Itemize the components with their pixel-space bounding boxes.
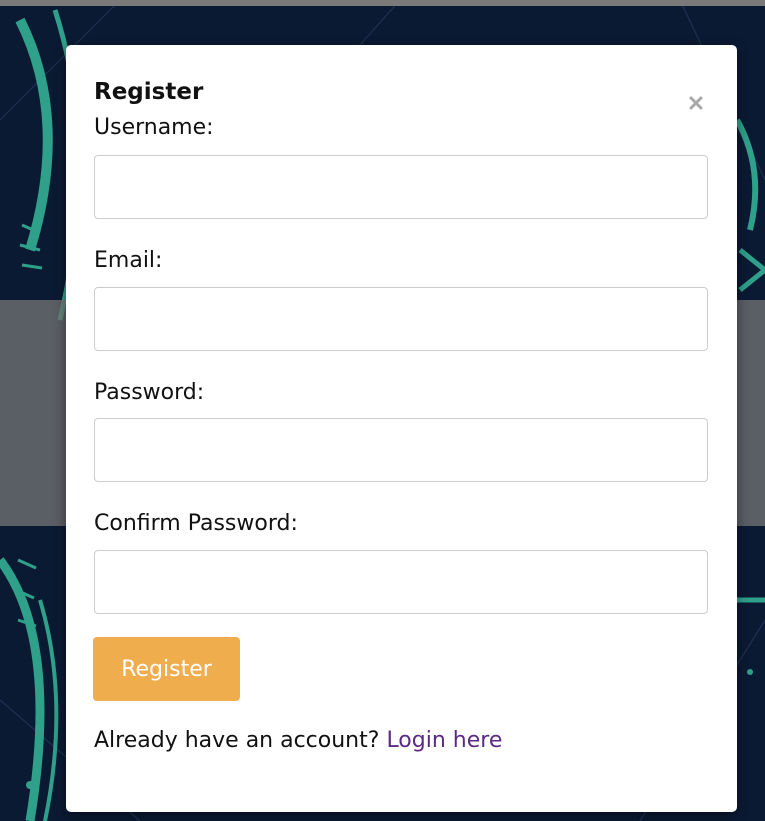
- email-label: Email:: [94, 248, 163, 273]
- register-button[interactable]: Register: [93, 637, 240, 701]
- password-input[interactable]: [94, 418, 708, 482]
- top-strip: [0, 0, 765, 6]
- confirm-password-input[interactable]: [94, 550, 708, 614]
- login-link[interactable]: Login here: [386, 728, 502, 753]
- modal-title: Register: [94, 79, 204, 105]
- email-input[interactable]: [94, 287, 708, 351]
- close-icon[interactable]: [688, 95, 704, 111]
- password-label: Password:: [94, 380, 205, 405]
- username-label: Username:: [94, 115, 214, 140]
- username-input[interactable]: [94, 155, 708, 219]
- confirm-password-label: Confirm Password:: [94, 511, 298, 536]
- register-modal: Register Username: Email: Password: Conf…: [66, 45, 737, 812]
- login-prompt: Already have an account? Login here: [94, 728, 502, 753]
- login-prompt-text: Already have an account?: [94, 728, 380, 753]
